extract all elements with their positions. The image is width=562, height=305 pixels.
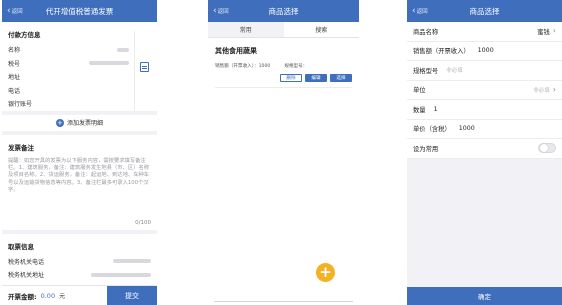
set-common-toggle[interactable]	[538, 143, 556, 154]
qty-input[interactable]: 1	[434, 106, 438, 113]
tax-office-phone-row: 税务机关电话	[2, 255, 157, 269]
item-name: 其他食用蔬果	[215, 47, 257, 55]
item-meta: 销售额（开票收入）：1000 规格型号：	[215, 63, 352, 69]
chevron-left-icon: ‹	[7, 5, 11, 16]
delete-button[interactable]: 删除	[280, 74, 302, 82]
payer-bank-label: 银行账号	[8, 101, 33, 109]
price-label: 单价（含税）	[413, 126, 451, 134]
unit-value-wrap: 非必填 ›	[533, 84, 556, 94]
price-row: 单价（含税） 1000	[407, 119, 562, 139]
select-button[interactable]: 选择	[330, 74, 352, 82]
payer-name-value	[117, 47, 129, 52]
model-row: 规格型号 非必填	[407, 61, 562, 81]
add-goods-fab[interactable]: +	[316, 263, 335, 282]
page-title: 商品选择	[469, 6, 500, 16]
price-input[interactable]: 1000	[459, 125, 475, 132]
set-common-label: 设为常用	[413, 145, 439, 153]
goods-name-value-wrap: 蜜钱 ›	[537, 27, 556, 36]
back-label: 返回	[416, 9, 428, 15]
back-button[interactable]: ‹ 返回	[412, 0, 428, 22]
remark-char-count: 0/100	[135, 219, 151, 226]
tab-search[interactable]: 搜索	[283, 22, 359, 37]
back-button[interactable]: ‹ 返回	[7, 0, 23, 22]
chevron-right-icon: ›	[552, 84, 556, 94]
side-divider	[134, 31, 135, 111]
invoice-select-icon[interactable]	[140, 62, 149, 72]
tax-office-address-label: 税务机关地址	[8, 272, 45, 280]
list-item: 其他食用蔬果 销售额（开票收入）：1000 规格型号： 删除 编辑 选择	[208, 38, 359, 88]
tab-bar: 常用 搜索	[208, 22, 359, 38]
model-input[interactable]: 非必填	[446, 66, 463, 74]
invoice-form-screen: ‹ 返回 代开增值税普通发票 付款方信息 名称 税号 地址 电话 银行账号 + …	[2, 0, 157, 305]
edit-button[interactable]: 编辑	[305, 74, 327, 82]
confirm-button[interactable]: 确定	[407, 287, 562, 305]
back-button[interactable]: ‹ 返回	[213, 0, 229, 22]
goods-name-label: 商品名称	[413, 28, 439, 36]
goods-name-value: 蜜钱	[537, 28, 550, 36]
bottom-bar: 开票金额: 0.00 元 提交	[2, 285, 157, 305]
tax-office-address-row: 税务机关地址	[2, 268, 157, 282]
remark-textarea[interactable]: 提醒：如您开具的发票为以下服务内容，需按要求填写备注栏。1、建筑服务，备注：建筑…	[2, 156, 157, 220]
qty-label: 数量	[413, 106, 426, 114]
qty-row: 数量 1	[407, 100, 562, 120]
goods-name-row[interactable]: 商品名称 蜜钱 ›	[407, 22, 562, 42]
nav-bar: ‹ 返回 商品选择	[407, 0, 562, 22]
item-model: 规格型号：	[284, 64, 308, 69]
receive-section-title: 取票信息	[8, 242, 34, 251]
back-label: 返回	[11, 9, 23, 15]
payer-phone-label: 电话	[8, 87, 21, 95]
divider	[215, 87, 352, 88]
nav-bar: ‹ 返回 商品选择	[208, 0, 359, 22]
payer-taxid-label: 税号	[8, 60, 21, 68]
goods-detail-screen: ‹ 返回 商品选择 商品名称 蜜钱 › 销售额（开票收入） 1000 规格型号 …	[407, 0, 562, 305]
unit-row[interactable]: 单位 非必填 ›	[407, 80, 562, 100]
sales-label: 销售额（开票收入）	[413, 48, 470, 56]
add-detail-label: 添加发票明细	[66, 120, 103, 127]
unit-label: 单位	[413, 87, 426, 95]
model-label: 规格型号	[413, 67, 439, 75]
item-actions: 删除 编辑 选择	[215, 74, 352, 82]
add-detail-button[interactable]: + 添加发票明细	[2, 114, 157, 131]
unit-placeholder: 非必填	[533, 87, 550, 94]
page-title: 商品选择	[268, 6, 299, 16]
tax-office-phone-label: 税务机关电话	[8, 258, 45, 266]
payer-address-label: 地址	[8, 74, 21, 82]
remark-section-title: 发票备注	[8, 143, 34, 152]
remark-card: 发票备注 提醒：如您开具的发票为以下服务内容，需按要求填写备注栏。1、建筑服务，…	[2, 134, 157, 230]
home-indicator	[214, 301, 353, 303]
chevron-left-icon: ‹	[213, 5, 217, 16]
amount-unit: 元	[59, 293, 66, 300]
sales-row: 销售额（开票收入） 1000	[407, 41, 562, 61]
set-common-row: 设为常用	[407, 139, 562, 159]
nav-bar: ‹ 返回 代开增值税普通发票	[2, 0, 157, 22]
payer-taxid-value	[89, 61, 129, 66]
tax-office-phone-value	[113, 259, 151, 264]
back-label: 返回	[217, 9, 229, 15]
goods-list-screen: ‹ 返回 商品选择 常用 搜索 其他食用蔬果 销售额（开票收入）：1000 规格…	[208, 0, 359, 305]
tab-common[interactable]: 常用	[208, 22, 284, 37]
amount-label: 开票金额:	[8, 292, 37, 301]
item-sales: 销售额（开票收入）：1000	[215, 64, 271, 69]
tax-office-address-value	[91, 272, 151, 277]
payer-name-label: 名称	[8, 47, 21, 55]
sales-input[interactable]: 1000	[478, 47, 494, 54]
plus-circle-icon: +	[55, 118, 64, 127]
page-title: 代开增值税普通发票	[45, 6, 114, 16]
chevron-left-icon: ‹	[412, 5, 416, 16]
submit-button[interactable]: 提交	[107, 285, 157, 305]
chevron-right-icon: ›	[552, 26, 556, 36]
amount-value: 0.00	[40, 291, 56, 300]
